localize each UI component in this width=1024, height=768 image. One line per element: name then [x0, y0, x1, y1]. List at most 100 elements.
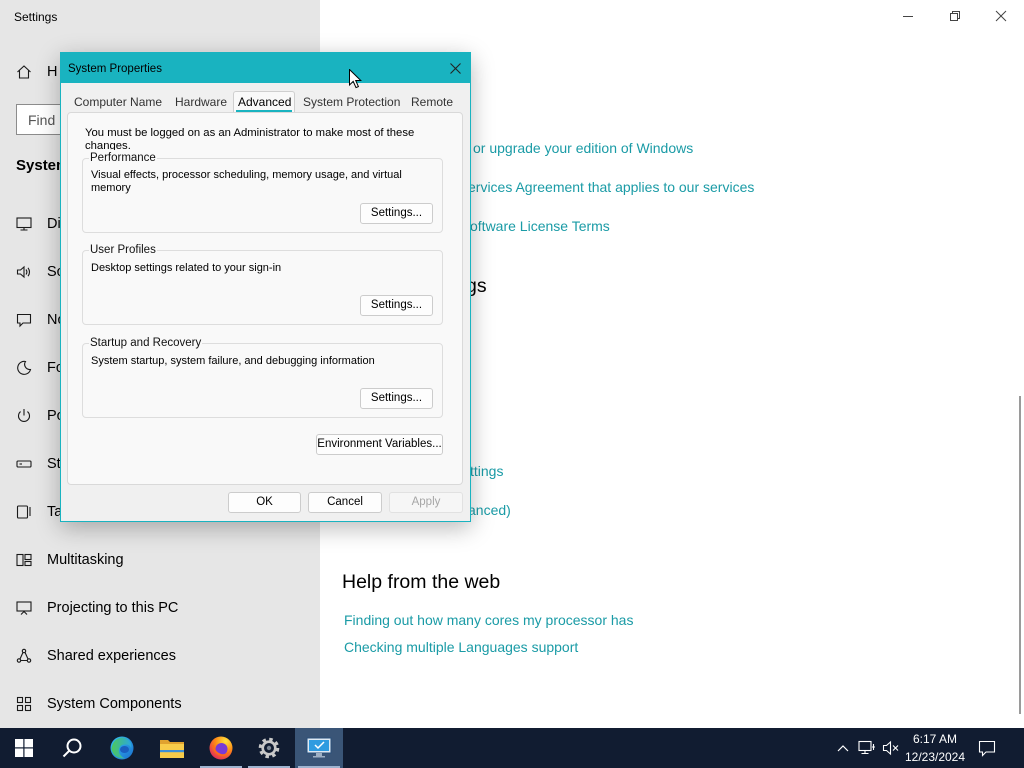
power-icon	[18, 409, 30, 422]
volume-muted-icon	[882, 740, 899, 756]
taskbar-firefox[interactable]	[197, 728, 245, 768]
sidebar-item-label: Shared experiences	[47, 648, 176, 664]
tablet-icon	[16, 505, 31, 519]
tab-advanced[interactable]: Advanced	[238, 95, 291, 109]
close-icon	[449, 62, 461, 74]
display-icon	[16, 217, 32, 231]
system-components-icon	[16, 696, 32, 712]
restore-button[interactable]	[932, 4, 978, 28]
user-profiles-settings-button[interactable]: Settings...	[360, 295, 433, 316]
shared-experiences-icon	[16, 648, 32, 663]
action-center-button[interactable]	[970, 728, 1004, 768]
group-description: Visual effects, processor scheduling, me…	[91, 169, 402, 195]
startup-recovery-group: Startup and Recovery System startup, sys…	[82, 336, 443, 418]
tab-system-protection[interactable]: System Protection	[303, 95, 400, 109]
search-placeholder: Find	[28, 112, 56, 128]
dialog-title: System Properties	[68, 63, 162, 75]
settings-gear-icon	[258, 737, 280, 759]
system-properties-icon	[306, 737, 332, 758]
sidebar-item-multitasking[interactable]: Multitasking	[0, 538, 320, 582]
close-button[interactable]	[978, 4, 1024, 28]
dialog-titlebar[interactable]: System Properties	[61, 53, 470, 83]
search-icon	[62, 738, 82, 758]
group-description-line: memory	[91, 182, 131, 194]
sound-icon	[16, 265, 31, 279]
related-settings-link[interactable]: ttings	[470, 462, 503, 480]
taskbar-search-button[interactable]	[48, 728, 96, 768]
tab-hardware[interactable]: Hardware	[175, 95, 227, 109]
taskbar-edge[interactable]	[98, 728, 146, 768]
app-title: Settings	[14, 10, 58, 24]
windows-start-icon	[15, 739, 33, 757]
related-advanced-link[interactable]: anced)	[468, 501, 511, 519]
help-link-cores[interactable]: Finding out how many cores my processor …	[344, 611, 633, 629]
upgrade-edition-link[interactable]: or upgrade your edition of Windows	[473, 139, 693, 157]
group-description: System startup, system failure, and debu…	[91, 355, 375, 368]
startup-recovery-settings-button[interactable]: Settings...	[360, 388, 433, 409]
sidebar-item-label: Di	[47, 216, 61, 232]
apply-button[interactable]: Apply	[389, 492, 463, 513]
tab-remote[interactable]: Remote	[411, 95, 453, 109]
close-icon	[995, 10, 1007, 22]
services-agreement-link[interactable]: ervices Agreement that applies to our se…	[468, 178, 754, 196]
file-explorer-icon	[160, 740, 184, 758]
sidebar-item-label: System Components	[47, 696, 182, 712]
clock-time: 6:17 AM	[912, 732, 958, 746]
minimize-button[interactable]	[885, 4, 931, 28]
admin-notice: You must be logged on as an Administrato…	[85, 127, 445, 150]
environment-variables-button[interactable]: Environment Variables...	[316, 434, 443, 455]
group-description-line: System startup, system failure, and debu…	[91, 355, 375, 367]
tab-computer-name[interactable]: Computer Name	[74, 95, 162, 109]
sidebar-item-projecting[interactable]: Projecting to this PC	[0, 586, 320, 630]
sidebar-item-system-components[interactable]: System Components	[0, 682, 320, 726]
taskbar: 6:17 AM 12/23/2024	[0, 728, 1024, 768]
tray-network-button[interactable]	[855, 728, 879, 768]
mouse-cursor-icon	[349, 69, 362, 89]
advanced-tab-panel: You must be logged on as an Administrato…	[67, 112, 463, 485]
taskbar-settings[interactable]	[245, 728, 293, 768]
user-profiles-group: User Profiles Desktop settings related t…	[82, 243, 443, 325]
taskbar-system-properties[interactable]	[295, 728, 343, 768]
home-icon	[17, 65, 31, 79]
group-description-line: Visual effects, processor scheduling, me…	[91, 169, 402, 181]
group-title: Startup and Recovery	[89, 336, 203, 350]
taskbar-file-explorer[interactable]	[148, 728, 196, 768]
notification-icon	[978, 740, 996, 757]
projecting-icon	[16, 601, 32, 615]
sidebar-item-label: St	[47, 456, 61, 472]
start-button[interactable]	[0, 728, 48, 768]
admin-notice-line: You must be logged on as an Administrato…	[85, 127, 415, 139]
performance-settings-button[interactable]: Settings...	[360, 203, 433, 224]
help-heading: Help from the web	[342, 571, 501, 593]
group-title: User Profiles	[89, 243, 157, 257]
edge-browser-icon	[110, 736, 134, 760]
performance-group: Performance Visual effects, processor sc…	[82, 151, 443, 233]
group-description-line: Desktop settings related to your sign-in	[91, 262, 282, 274]
network-icon	[858, 740, 875, 755]
taskbar-clock[interactable]: 6:17 AM 12/23/2024	[900, 728, 970, 768]
license-terms-link[interactable]: oftware License Terms	[470, 217, 610, 235]
tray-overflow-button[interactable]	[831, 728, 855, 768]
minimize-icon	[903, 16, 913, 17]
sidebar-item-label: Projecting to this PC	[47, 600, 179, 616]
multitasking-icon	[16, 553, 32, 567]
sidebar-item-label: Multitasking	[47, 552, 124, 568]
ok-button[interactable]: OK	[228, 492, 301, 513]
clock-date: 12/23/2024	[904, 750, 966, 764]
restore-icon	[950, 11, 960, 21]
dialog-close-button[interactable]	[446, 59, 464, 77]
help-link-languages[interactable]: Checking multiple Languages support	[344, 638, 578, 656]
storage-icon	[16, 460, 32, 468]
firefox-icon	[209, 736, 233, 760]
scrollbar[interactable]	[1019, 396, 1021, 714]
chevron-up-icon	[837, 745, 849, 752]
system-properties-dialog: System Properties Computer Name Hardware…	[60, 52, 471, 522]
notifications-icon	[16, 313, 32, 328]
sidebar-item-label: H	[47, 64, 58, 80]
admin-notice-line: changes.	[85, 140, 131, 150]
focus-assist-icon	[17, 360, 32, 375]
sidebar-item-shared-experiences[interactable]: Shared experiences	[0, 634, 320, 678]
group-title: Performance	[89, 151, 157, 165]
group-description: Desktop settings related to your sign-in	[91, 262, 281, 275]
cancel-button[interactable]: Cancel	[308, 492, 382, 513]
